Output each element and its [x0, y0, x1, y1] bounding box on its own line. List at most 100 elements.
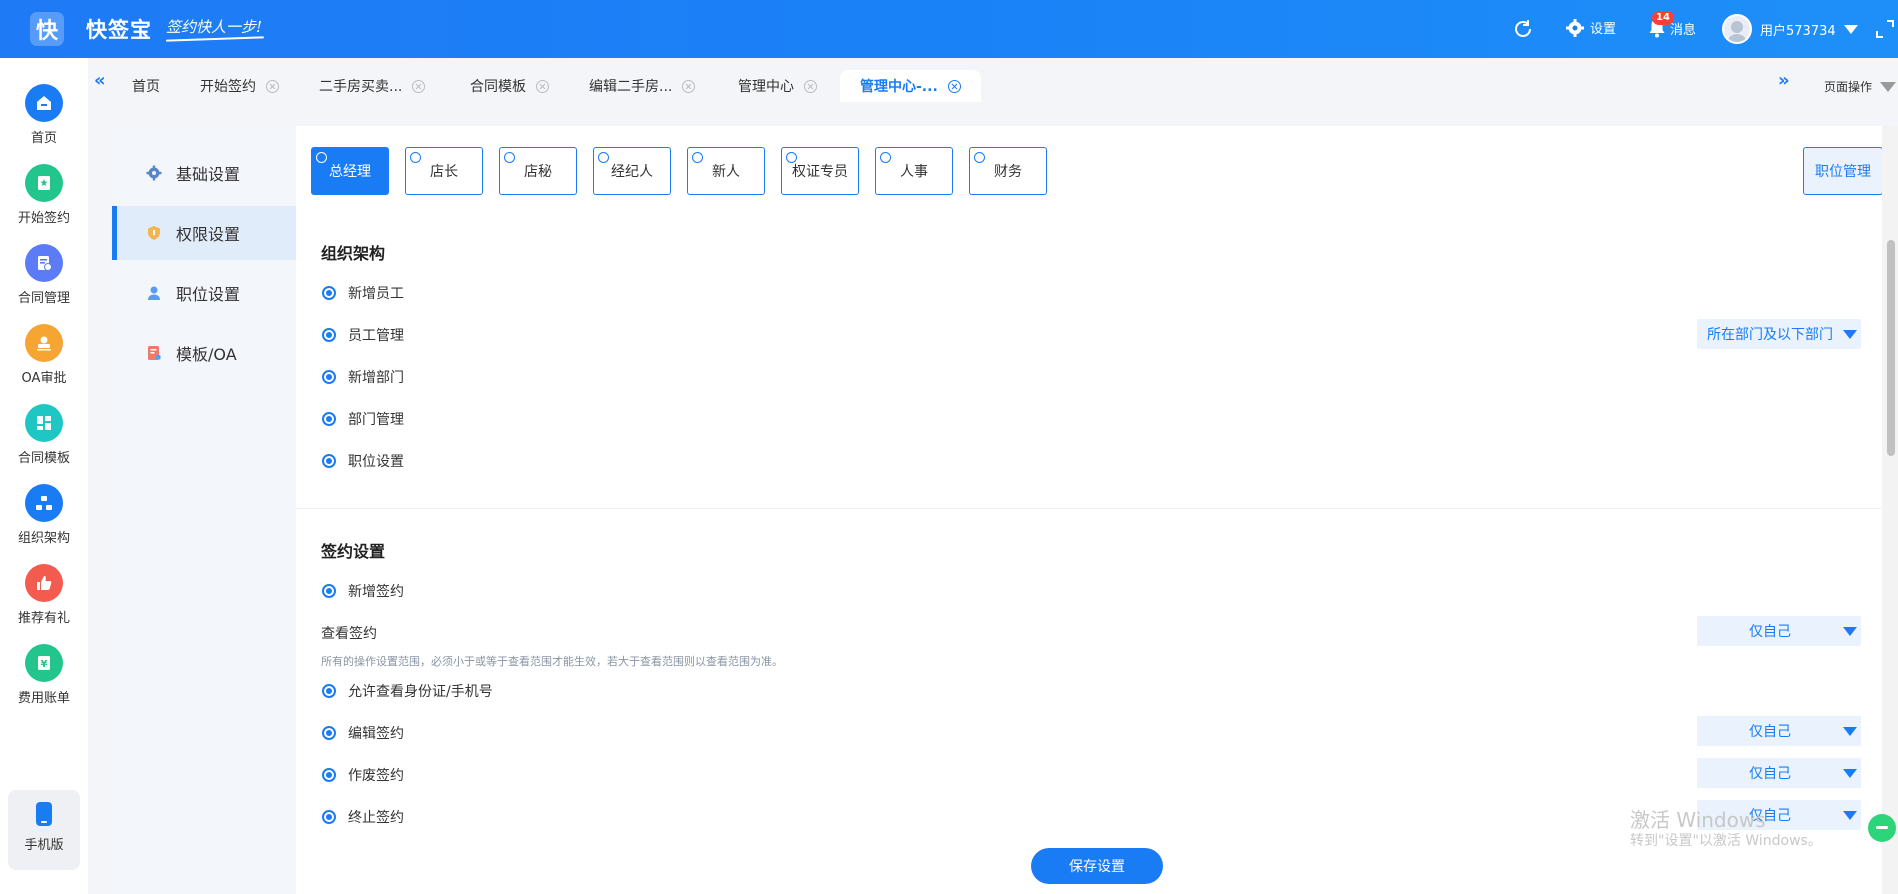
- submenu-item-position[interactable]: 职位设置: [112, 266, 296, 320]
- nav-item-org[interactable]: 组织架构: [0, 484, 88, 546]
- phone-icon: [36, 802, 52, 826]
- perm-add-dept[interactable]: 新增部门: [322, 367, 404, 387]
- left-nav: 首页 开始签约 合同管理 OA审批 合同模板 组织架构 推荐有礼 ¥ 费用账单 …: [0, 58, 88, 894]
- perm-label: 员工管理: [348, 328, 404, 344]
- close-icon[interactable]: [536, 79, 549, 93]
- close-icon[interactable]: [682, 79, 696, 93]
- role-tab-finance[interactable]: 财务: [969, 147, 1047, 195]
- settings-button[interactable]: 设置: [1566, 18, 1616, 37]
- nav-item-start-sign[interactable]: 开始签约: [0, 164, 88, 226]
- tab-contract-template[interactable]: 合同模板: [470, 70, 549, 102]
- radio-icon: [322, 684, 336, 698]
- perm-position-settings[interactable]: 职位设置: [322, 451, 404, 471]
- nav-item-billing[interactable]: ¥ 费用账单: [0, 644, 88, 706]
- role-tab-general-manager[interactable]: 总经理: [311, 147, 389, 195]
- app-logo[interactable]: 快: [30, 12, 64, 46]
- scope-value: 所在部门及以下部门: [1707, 327, 1833, 343]
- role-tab-title-specialist[interactable]: 权证专员: [781, 147, 859, 195]
- tab-second-hand[interactable]: 二手房买卖...: [319, 70, 426, 102]
- perm-void-sign[interactable]: 作废签约: [322, 765, 404, 785]
- role-radio-icon: [880, 152, 891, 163]
- perm-staff-manage[interactable]: 员工管理: [322, 325, 404, 345]
- messages-label: 消息: [1670, 22, 1697, 38]
- chevron-down-icon: [1843, 24, 1858, 34]
- scrollbar-thumb[interactable]: [1887, 240, 1895, 456]
- tab-edit-second-hand[interactable]: 编辑二手房...: [589, 70, 696, 102]
- role-tab-newcomer[interactable]: 新人: [687, 147, 765, 195]
- windows-activation-title: 激活 Windows: [1630, 808, 1766, 832]
- radio-icon: [322, 370, 336, 384]
- svg-text:¥: ¥: [41, 659, 48, 670]
- gear-icon: [146, 165, 162, 181]
- nav-item-oa-approval[interactable]: OA审批: [0, 324, 88, 386]
- perm-label: 终止签约: [348, 810, 404, 826]
- refresh-icon[interactable]: [1512, 18, 1534, 40]
- nav-item-home[interactable]: 首页: [0, 84, 88, 146]
- chat-float-icon[interactable]: [1868, 814, 1896, 842]
- perm-label: 编辑签约: [348, 726, 404, 742]
- settings-submenu: 基础设置 权限设置 职位设置 模板/OA: [112, 126, 296, 894]
- perm-add-staff[interactable]: 新增员工: [322, 283, 404, 303]
- avatar: [1722, 14, 1752, 44]
- chevron-down-icon: [1843, 810, 1857, 820]
- role-label: 店长: [430, 164, 458, 180]
- tab-management-active[interactable]: 管理中心-...: [840, 70, 981, 102]
- user-menu[interactable]: 用户573734: [1722, 14, 1858, 44]
- tabs-scroll-right-icon[interactable]: »: [1778, 70, 1790, 91]
- fullscreen-icon[interactable]: [1876, 20, 1894, 38]
- thumb-icon: [25, 564, 63, 602]
- perm-label: 作废签约: [348, 768, 404, 784]
- perm-allow-id[interactable]: 允许查看身份证/手机号: [322, 681, 493, 701]
- close-icon[interactable]: [266, 79, 279, 93]
- view-scope-select[interactable]: 仅自己: [1697, 616, 1861, 646]
- void-scope-select[interactable]: 仅自己: [1697, 758, 1861, 788]
- nav-label: 费用账单: [17, 691, 70, 706]
- nav-label: 推荐有礼: [17, 611, 70, 626]
- app-slogan: 签约快人一步!: [166, 18, 263, 36]
- mobile-label: 手机版: [24, 838, 64, 853]
- close-icon[interactable]: [412, 79, 426, 93]
- nav-item-referral[interactable]: 推荐有礼: [0, 564, 88, 626]
- document-icon: [148, 346, 161, 360]
- tab-home[interactable]: 首页: [132, 70, 160, 102]
- perm-edit-sign[interactable]: 编辑签约: [322, 723, 404, 743]
- perm-dept-manage[interactable]: 部门管理: [322, 409, 404, 429]
- scope-hint: 所有的操作设置范围，必须小于或等于查看范围才能生效，若大于查看范围则以查看范围为…: [321, 655, 783, 668]
- tab-management[interactable]: 管理中心: [738, 70, 817, 102]
- nav-label: 合同模板: [17, 451, 70, 466]
- close-icon[interactable]: [947, 79, 961, 93]
- staff-scope-select[interactable]: 所在部门及以下部门: [1697, 319, 1861, 349]
- role-tab-store-secretary[interactable]: 店秘: [499, 147, 577, 195]
- submenu-item-template-oa[interactable]: 模板/OA: [112, 326, 296, 380]
- user-icon: [148, 286, 160, 300]
- position-manage-button[interactable]: 职位管理: [1803, 147, 1883, 195]
- submenu-item-basic[interactable]: 基础设置: [112, 146, 296, 200]
- nav-label: 开始签约: [17, 211, 70, 226]
- home-icon: [25, 84, 63, 122]
- role-label: 人事: [900, 164, 928, 180]
- close-icon[interactable]: [804, 79, 817, 93]
- save-settings-button[interactable]: 保存设置: [1031, 848, 1163, 884]
- mobile-version-button[interactable]: 手机版: [8, 790, 80, 870]
- user-name: 用户573734: [1760, 23, 1836, 39]
- nav-label: OA审批: [21, 371, 67, 386]
- page-ops-menu[interactable]: 页面操作: [1824, 78, 1897, 95]
- tab-start-sign[interactable]: 开始签约: [200, 70, 279, 102]
- tab-label: 开始签约: [200, 79, 256, 95]
- nav-item-contract-manage[interactable]: 合同管理: [0, 244, 88, 306]
- submenu-item-permission[interactable]: 权限设置: [112, 206, 296, 260]
- org-icon: [25, 484, 63, 522]
- nav-item-contract-template[interactable]: 合同模板: [0, 404, 88, 466]
- edit-scope-select[interactable]: 仅自己: [1697, 716, 1861, 746]
- role-tab-agent[interactable]: 经纪人: [593, 147, 671, 195]
- role-tab-hr[interactable]: 人事: [875, 147, 953, 195]
- settings-label: 设置: [1590, 22, 1617, 37]
- perm-terminate-sign[interactable]: 终止签约: [322, 807, 404, 827]
- role-radio-icon: [974, 152, 985, 163]
- role-tab-store-manager[interactable]: 店长: [405, 147, 483, 195]
- tabs-scroll-left-icon[interactable]: «: [94, 70, 106, 91]
- stamp-icon: [25, 324, 63, 362]
- chevron-down-icon: [1880, 81, 1897, 92]
- scope-value: 仅自己: [1749, 766, 1791, 782]
- perm-add-sign[interactable]: 新增签约: [322, 581, 404, 601]
